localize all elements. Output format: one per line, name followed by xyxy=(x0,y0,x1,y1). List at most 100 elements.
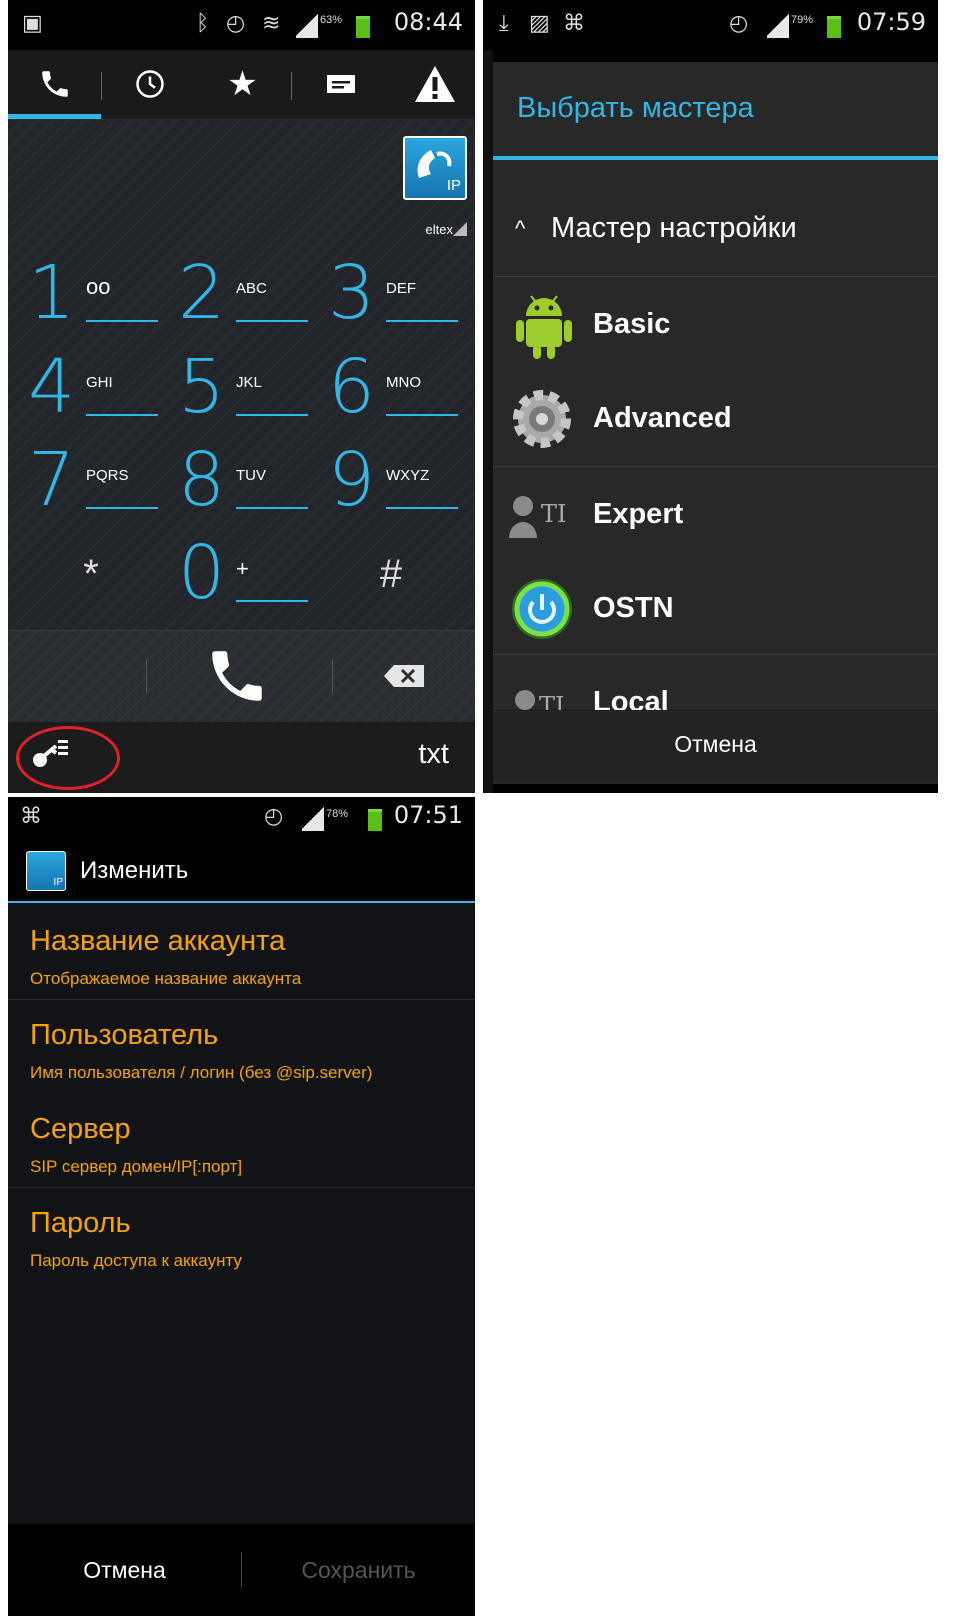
tab-history[interactable] xyxy=(103,50,196,118)
expert-user-icon: TI xyxy=(509,496,567,538)
title-divider xyxy=(493,156,938,160)
wizard-picker-screen: ⤓ ▨ ⌘ ◴ 79% 07:59 Выбрать мастера ^ Маст… xyxy=(483,0,938,793)
status-time: 07:59 xyxy=(856,8,926,36)
backspace-button[interactable] xyxy=(382,663,430,693)
divider xyxy=(493,654,938,655)
background-edge xyxy=(483,50,493,793)
pref-title: Пользователь xyxy=(30,1019,219,1051)
bluetooth-icon: ᛒ xyxy=(196,10,210,35)
call-button[interactable] xyxy=(204,643,278,713)
key-letters: PQRS xyxy=(86,467,129,484)
key-underline xyxy=(386,320,458,322)
tab-warnings[interactable] xyxy=(388,50,475,118)
pref-subtitle: SIP сервер домен/IP[:порт] xyxy=(30,1157,243,1176)
section-header[interactable]: Мастер настройки xyxy=(551,212,797,245)
save-button[interactable]: Сохранить xyxy=(242,1524,475,1616)
tab-divider xyxy=(101,72,102,100)
divider xyxy=(332,659,333,693)
key-0[interactable]: 0 + xyxy=(166,528,316,621)
ip-phone-app-icon[interactable]: IP xyxy=(403,136,467,200)
pref-account-name[interactable]: Название аккаунта Отображаемое название … xyxy=(8,903,475,998)
key-digit: 7 xyxy=(28,437,76,523)
wizard-item-local[interactable]: TI Local xyxy=(493,656,938,710)
dialer-screen: ▣ ᛒ ◴ ≋ 63% 08:44 ★ IP eltex 1 ᴏᴏ 2 ABC … xyxy=(8,0,475,793)
key-7[interactable]: 7 PQRS xyxy=(16,435,166,528)
key-1[interactable]: 1 ᴏᴏ xyxy=(16,248,166,341)
message-icon xyxy=(326,75,355,93)
divider xyxy=(493,276,938,277)
key-letters: DEF xyxy=(386,280,416,297)
key-underline xyxy=(236,320,308,322)
signal-icon xyxy=(296,12,318,38)
warning-icon xyxy=(414,66,455,102)
call-bar xyxy=(8,630,475,722)
brand-label: eltex xyxy=(425,222,453,237)
battery-icon xyxy=(356,16,370,38)
tab-bar: ★ xyxy=(8,50,475,120)
local-user-icon: TI xyxy=(515,690,565,710)
battery-percent: 78% xyxy=(326,808,349,820)
item-label: Basic xyxy=(593,308,671,340)
key-letters: JKL xyxy=(236,374,262,391)
key-star[interactable]: * xyxy=(16,528,166,621)
item-label: Advanced xyxy=(593,402,732,434)
chevron-up-icon: ^ xyxy=(515,216,526,241)
tab-favorites[interactable]: ★ xyxy=(196,50,289,118)
wizard-item-basic[interactable]: Basic xyxy=(493,278,938,372)
pref-subtitle: Отображаемое название аккаунта xyxy=(30,969,302,988)
key-5[interactable]: 5 JKL xyxy=(166,342,316,435)
key-symbol: # xyxy=(379,552,403,596)
key-3[interactable]: 3 DEF xyxy=(316,248,466,341)
key-6[interactable]: 6 MNO xyxy=(316,342,466,435)
cancel-button[interactable]: Отмена xyxy=(8,1524,241,1616)
backspace-icon xyxy=(384,665,424,687)
usb-icon: ⌘ xyxy=(20,803,42,828)
dialog-title: Выбрать мастера xyxy=(517,92,754,124)
key-digit: 6 xyxy=(328,344,376,430)
power-icon xyxy=(512,579,572,639)
voicemail-icon: ᴏᴏ xyxy=(86,274,111,299)
battery-icon xyxy=(368,809,382,831)
wifi-icon: ≋ xyxy=(262,10,281,35)
key-underline xyxy=(386,414,458,416)
edit-account-screen: ⌘ ◴ 78% 07:51 IP Изменить Название аккау… xyxy=(8,797,475,1616)
brand-corner-mark xyxy=(453,222,467,236)
usb-icon: ⌘ xyxy=(563,10,585,35)
tab-selected-indicator xyxy=(8,114,101,119)
divider xyxy=(146,659,147,693)
key-digit: 1 xyxy=(28,250,76,336)
battery-percent: 63% xyxy=(320,14,343,26)
key-underline xyxy=(86,320,158,322)
pref-title: Пароль xyxy=(30,1207,131,1239)
key-underline xyxy=(86,414,158,416)
pref-title: Название аккаунта xyxy=(30,925,286,957)
key-4[interactable]: 4 GHI xyxy=(16,342,166,435)
key-digit: 2 xyxy=(178,250,226,336)
battery-percent: 79% xyxy=(791,14,814,26)
tab-phone[interactable] xyxy=(8,50,101,118)
key-letters: + xyxy=(236,556,249,581)
pref-password[interactable]: Пароль Пароль доступа к аккаунту xyxy=(8,1185,475,1280)
key-digit: 8 xyxy=(178,437,226,523)
wizard-dialog: Выбрать мастера ^ Мастер настройки Basic… xyxy=(493,62,938,784)
key-hash[interactable]: # xyxy=(316,528,466,621)
item-label: OSTN xyxy=(593,592,674,624)
key-underline xyxy=(386,507,458,509)
wizard-item-expert[interactable]: TI Expert xyxy=(493,468,938,562)
cancel-button[interactable]: Отмена xyxy=(493,712,938,782)
wizard-item-ostn[interactable]: OSTN xyxy=(493,562,938,656)
star-icon: ★ xyxy=(227,65,258,103)
key-underline xyxy=(236,507,308,509)
key-9[interactable]: 9 WXYZ xyxy=(316,435,466,528)
key-underline xyxy=(236,600,308,602)
phone-icon xyxy=(212,651,262,701)
key-8[interactable]: 8 TUV xyxy=(166,435,316,528)
notification-icon: ▣ xyxy=(22,10,43,35)
pref-server[interactable]: Сервер SIP сервер домен/IP[:порт] xyxy=(8,1091,475,1186)
tab-messages[interactable] xyxy=(294,50,387,118)
txt-button[interactable]: txt xyxy=(418,738,449,771)
key-letters: MNO xyxy=(386,374,421,391)
pref-username[interactable]: Пользователь Имя пользователя / логин (б… xyxy=(8,997,475,1092)
wizard-item-advanced[interactable]: Advanced xyxy=(493,372,938,466)
key-2[interactable]: 2 ABC xyxy=(166,248,316,341)
